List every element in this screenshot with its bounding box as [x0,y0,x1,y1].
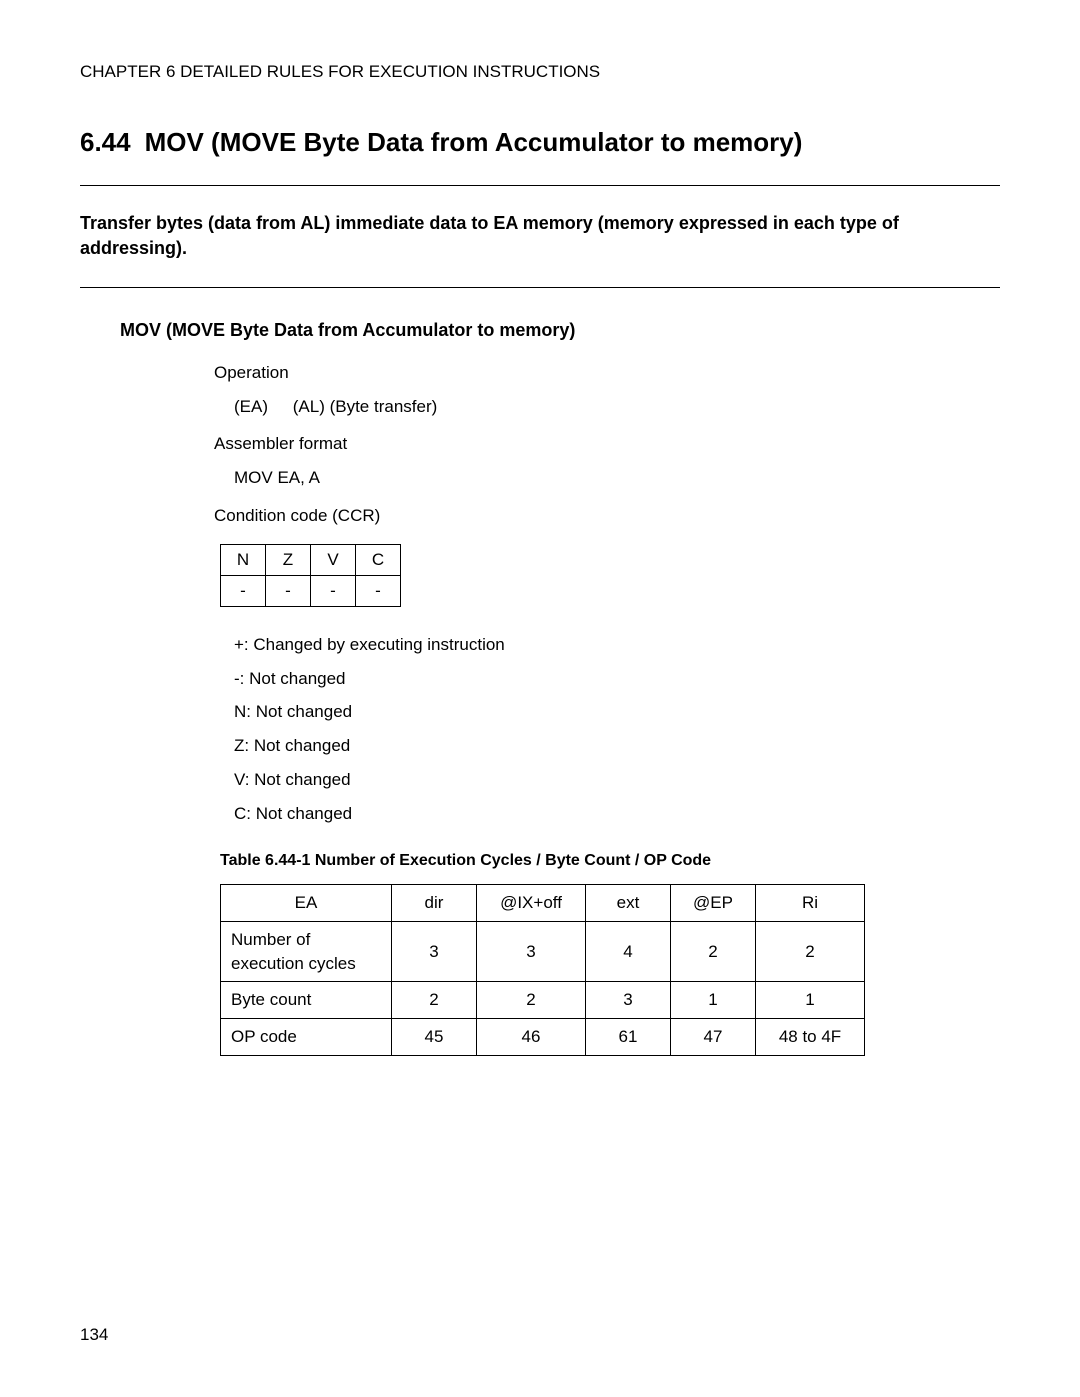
exec-col-dir: dir [392,884,477,921]
section-number: 6.44 [80,127,131,157]
legend: +: Changed by executing instruction -: N… [234,633,1000,826]
divider-bottom [80,287,1000,288]
legend-item: Z: Not changed [234,734,1000,758]
exec-table: EA dir @IX+off ext @EP Ri Number of exec… [220,884,865,1056]
ccr-value-z: - [266,575,311,606]
legend-item: V: Not changed [234,768,1000,792]
divider-top [80,185,1000,186]
ccr-value-n: - [221,575,266,606]
exec-cell: 3 [392,921,477,982]
exec-cell: 3 [586,982,671,1019]
subheading: MOV (MOVE Byte Data from Accumulator to … [120,318,1000,343]
ccr-value-c: - [356,575,401,606]
exec-row-label: Number of execution cycles [221,921,392,982]
operation-lhs: (EA) [234,395,288,419]
page-number: 134 [80,1323,108,1347]
operation-rhs: (AL) (Byte transfer) [293,397,438,416]
exec-cell: 2 [392,982,477,1019]
ccr-header-c: C [356,544,401,575]
exec-cell: 2 [671,921,756,982]
exec-row-label: OP code [221,1019,392,1056]
exec-cell: 4 [586,921,671,982]
operation-line: (EA) (AL) (Byte transfer) [234,395,1000,419]
table-caption: Table 6.44-1 Number of Execution Cycles … [220,850,1000,872]
ccr-header-v: V [311,544,356,575]
exec-col-ep: @EP [671,884,756,921]
assembler-format-label: Assembler format [214,432,1000,456]
exec-col-ri: Ri [756,884,865,921]
exec-cell: 1 [756,982,865,1019]
exec-cell: 48 to 4F [756,1019,865,1056]
condition-code-label: Condition code (CCR) [214,504,1000,528]
legend-item: N: Not changed [234,700,1000,724]
exec-col-ea: EA [221,884,392,921]
exec-col-ixoff: @IX+off [477,884,586,921]
exec-cell: 2 [756,921,865,982]
exec-cell: 45 [392,1019,477,1056]
summary-text: Transfer bytes (data from AL) immediate … [80,211,1000,261]
ccr-table: N Z V C - - - - [220,544,401,607]
section-title: 6.44 MOV (MOVE Byte Data from Accumulator… [80,124,1000,160]
exec-row-label: Byte count [221,982,392,1019]
legend-item: -: Not changed [234,667,1000,691]
ccr-header-z: Z [266,544,311,575]
exec-col-ext: ext [586,884,671,921]
ccr-value-v: - [311,575,356,606]
ccr-header-n: N [221,544,266,575]
exec-cell: 3 [477,921,586,982]
legend-item: +: Changed by executing instruction [234,633,1000,657]
exec-cell: 1 [671,982,756,1019]
exec-cell: 2 [477,982,586,1019]
legend-item: C: Not changed [234,802,1000,826]
operation-label: Operation [214,361,1000,385]
exec-cell: 47 [671,1019,756,1056]
assembler-line: MOV EA, A [234,466,1000,490]
chapter-header: CHAPTER 6 DETAILED RULES FOR EXECUTION I… [80,60,1000,84]
exec-cell: 61 [586,1019,671,1056]
exec-cell: 46 [477,1019,586,1056]
section-title-text: MOV (MOVE Byte Data from Accumulator to … [145,127,803,157]
